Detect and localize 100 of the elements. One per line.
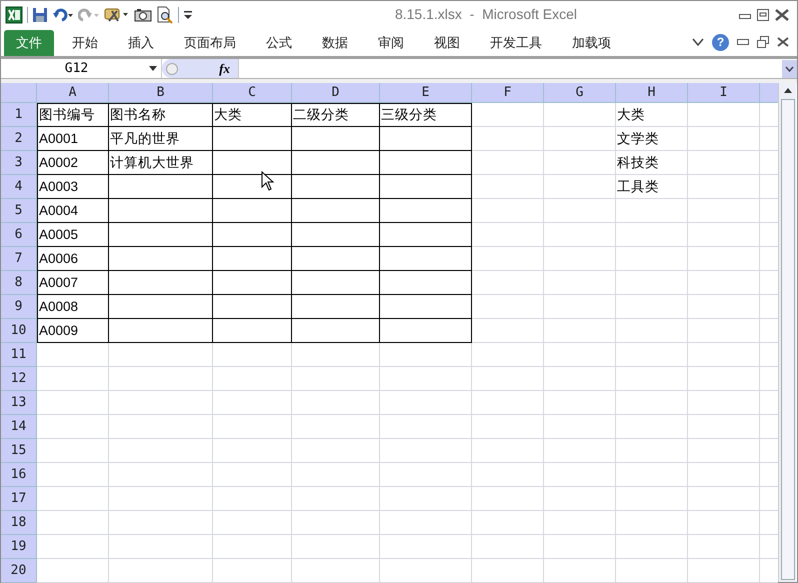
scrollbar-thumb[interactable] — [780, 99, 794, 580]
row-header[interactable]: 12 — [1, 367, 37, 391]
row-header[interactable]: 5 — [1, 199, 37, 223]
table-cell — [472, 487, 544, 511]
table-cell: 计算机大世界 — [109, 151, 213, 175]
table-cell — [472, 415, 544, 439]
customize-toolbar-icon[interactable] — [183, 8, 193, 20]
undo-icon[interactable] — [52, 6, 74, 22]
row-header[interactable]: 16 — [1, 463, 37, 487]
column-header[interactable]: I — [688, 83, 760, 103]
column-header[interactable]: D — [292, 83, 380, 103]
table-cell: A0005 — [37, 223, 109, 247]
ribbon-tab[interactable]: 页面布局 — [172, 30, 248, 56]
table-cell — [544, 439, 616, 463]
column-header[interactable]: F — [472, 83, 544, 103]
ribbon-tab[interactable]: 数据 — [310, 30, 360, 56]
table-cell — [544, 343, 616, 367]
row-header[interactable]: 13 — [1, 391, 37, 415]
close-icon[interactable] — [777, 37, 789, 47]
table-cell — [544, 535, 616, 559]
table-cell — [616, 511, 688, 535]
row-header[interactable]: 15 — [1, 439, 37, 463]
table-cell: 大类 — [616, 103, 688, 127]
restore-icon[interactable] — [757, 36, 769, 48]
row-header[interactable]: 10 — [1, 319, 37, 343]
column-header[interactable]: A — [37, 83, 109, 103]
vertical-scrollbar[interactable] — [778, 83, 796, 582]
collapse-ribbon-icon[interactable] — [692, 37, 704, 47]
excel-logo-icon[interactable] — [5, 6, 23, 24]
row-header[interactable]: 17 — [1, 487, 37, 511]
row-header[interactable]: 18 — [1, 511, 37, 535]
table-cell — [688, 415, 760, 439]
table-cell — [472, 463, 544, 487]
name-box[interactable]: G12 — [4, 59, 162, 78]
row-header[interactable]: 4 — [1, 175, 37, 199]
table-cell — [688, 487, 760, 511]
row-header[interactable]: 7 — [1, 247, 37, 271]
row-header[interactable]: 8 — [1, 271, 37, 295]
row-header[interactable]: 3 — [1, 151, 37, 175]
table-cell — [688, 343, 760, 367]
table-cell — [688, 367, 760, 391]
table-cell — [472, 439, 544, 463]
row-header[interactable]: 19 — [1, 535, 37, 559]
table-cell — [37, 439, 109, 463]
table-cell — [37, 367, 109, 391]
table-cell — [472, 559, 544, 583]
row-header[interactable]: 14 — [1, 415, 37, 439]
table-cell — [37, 535, 109, 559]
table-cell: 图书编号 — [37, 103, 109, 127]
table-cell: A0004 — [37, 199, 109, 223]
table-cell — [688, 391, 760, 415]
table-cell — [472, 511, 544, 535]
close-icon[interactable] — [775, 8, 789, 20]
table-cell — [544, 415, 616, 439]
table-cell — [616, 343, 688, 367]
print-preview-icon[interactable] — [156, 6, 174, 24]
ribbon-tab[interactable]: 文件 — [4, 30, 54, 56]
table-cell — [616, 535, 688, 559]
tools-icon[interactable] — [104, 6, 130, 24]
table-cell — [616, 367, 688, 391]
save-icon[interactable] — [32, 6, 48, 22]
table-cell: 科技类 — [616, 151, 688, 175]
help-button[interactable]: ? — [712, 34, 729, 50]
table-cell — [544, 559, 616, 583]
row-header[interactable]: 6 — [1, 223, 37, 247]
row-header[interactable]: 2 — [1, 127, 37, 151]
row-header[interactable]: 1 — [1, 103, 37, 127]
column-header[interactable]: H — [616, 83, 688, 103]
table-cell — [37, 487, 109, 511]
expand-formula-bar-icon[interactable] — [782, 60, 797, 78]
ribbon-tab[interactable]: 视图 — [422, 30, 472, 56]
camera-icon[interactable] — [134, 6, 152, 22]
column-header[interactable]: B — [109, 83, 213, 103]
ribbon-tab[interactable]: 审阅 — [366, 30, 416, 56]
ribbon-tab[interactable]: 插入 — [116, 30, 166, 56]
expand-handle-icon[interactable] — [166, 62, 178, 76]
column-header[interactable]: C — [213, 83, 292, 103]
table-cell — [37, 511, 109, 535]
ribbon-tab[interactable]: 公式 — [254, 30, 304, 56]
minimize-icon[interactable] — [737, 39, 749, 45]
ribbon-tab[interactable]: 开发工具 — [478, 30, 554, 56]
table-cell: 大类 — [213, 103, 292, 127]
table-cell: A0003 — [37, 175, 109, 199]
table-cell: A0008 — [37, 295, 109, 319]
ribbon-tab[interactable]: 加载项 — [560, 30, 623, 56]
column-header[interactable]: E — [380, 83, 472, 103]
row-header[interactable]: 9 — [1, 295, 37, 319]
row-header[interactable]: 20 — [1, 559, 37, 583]
table-cell: 工具类 — [616, 175, 688, 199]
dropdown-caret-icon[interactable] — [149, 66, 157, 71]
table-cell — [472, 343, 544, 367]
table-cell — [37, 463, 109, 487]
row-header[interactable]: 11 — [1, 343, 37, 367]
column-header[interactable]: G — [544, 83, 616, 103]
table-cell — [544, 487, 616, 511]
table-cell — [688, 439, 760, 463]
table-cell — [472, 535, 544, 559]
maximize-icon[interactable] — [757, 8, 769, 20]
insert-function-button[interactable]: fx — [219, 58, 230, 78]
ribbon-tab[interactable]: 开始 — [60, 30, 110, 56]
